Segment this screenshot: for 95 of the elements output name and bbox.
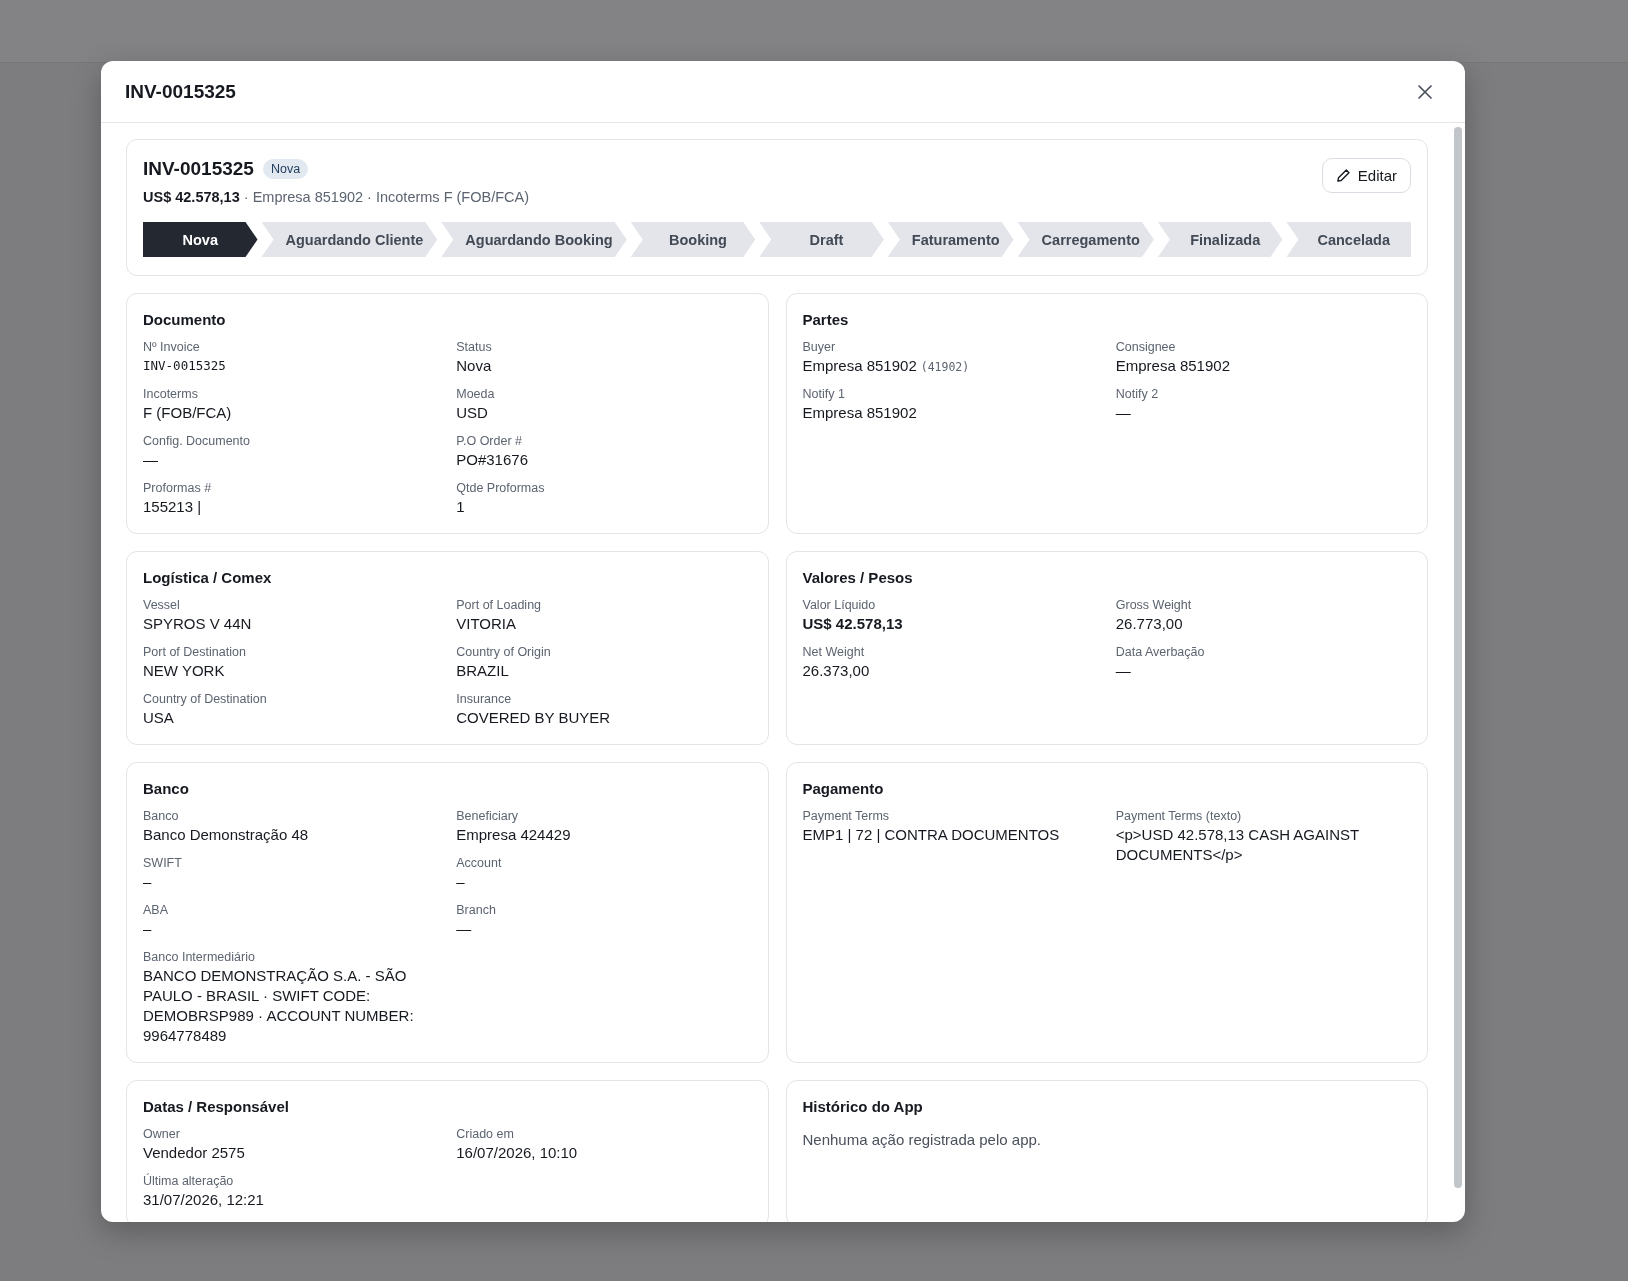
field-label: Port of Destination [143, 644, 246, 660]
field-label: Data Averbação [1115, 644, 1205, 660]
field-label: Banco [143, 808, 179, 824]
field-value: — [1115, 403, 1131, 423]
field-value: Empresa 424429 [456, 825, 571, 845]
field-label: Payment Terms [802, 808, 890, 824]
stage-step[interactable]: Cancelada [1286, 222, 1411, 257]
field-label: Notify 2 [1115, 386, 1159, 402]
field-value: 16/07/2026, 10:10 [456, 1143, 578, 1163]
field-value: — [456, 919, 472, 939]
field-value: SPYROS V 44N [143, 614, 252, 634]
field-value: – [456, 872, 465, 892]
invoice-number: INV-0015325 [143, 158, 254, 180]
section-title: Datas / Responsável [143, 1097, 289, 1117]
field-value: F (FOB/FCA) [143, 403, 232, 423]
field-value: US$ 42.578,13 [802, 614, 903, 634]
field-value: INV-0015325 [143, 357, 226, 375]
field-value: Vendedor 2575 [143, 1143, 245, 1163]
field-value: — [1115, 661, 1131, 681]
field-label: Country of Destination [143, 691, 267, 707]
field-label: Status [456, 339, 492, 355]
stage-step[interactable]: Draft [759, 222, 884, 257]
buyer-code: (41902) [920, 360, 970, 374]
field-label: Port of Loading [456, 597, 542, 613]
field-label: Nº Invoice [143, 339, 200, 355]
field-label: ABA [143, 902, 168, 918]
field-value: Empresa 851902 [802, 356, 917, 376]
field-value: Empresa 851902 [802, 403, 917, 423]
field-value: Nova [456, 356, 492, 376]
field-value: 26.373,00 [802, 661, 870, 681]
section-title: Partes [802, 310, 849, 330]
invoice-summary: US$ 42.578,13 · Empresa 851902 · Incoterms F (FOB/FCA) [143, 189, 530, 205]
stage-step[interactable]: Booking [630, 222, 756, 257]
field-value: — [143, 450, 158, 470]
edit-button[interactable]: Editar [1321, 158, 1411, 193]
empty-history-note: Nenhuma ação registrada pelo app. [802, 1131, 1041, 1148]
field-label: Config. Documento [143, 433, 250, 449]
stage-step[interactable]: Faturamento [887, 222, 1014, 257]
field-label: Valor Líquido [802, 597, 876, 613]
field-value: – [143, 919, 152, 939]
status-badge: Nova [262, 159, 309, 179]
pencil-icon [1335, 168, 1351, 183]
field-value: BANCO DEMONSTRAÇÃO S.A. - SÃO PAULO - BRASIL · SWIFT CODE: DEMOBRSP989 · ACCOUNT NUMBER: 9964778489 [143, 966, 415, 1046]
field-value: 155213 | [143, 497, 202, 517]
section-title: Logística / Comex [143, 568, 272, 588]
field-label: Notify 1 [802, 386, 845, 402]
field-label: Owner [143, 1126, 180, 1142]
field-label: Beneficiary [456, 808, 519, 824]
field-value: VITORIA [456, 614, 516, 634]
field-label: Consignee [1115, 339, 1176, 355]
stage-step[interactable]: Carregamento [1017, 222, 1154, 257]
field-label: Proformas # [143, 480, 212, 496]
field-label: Payment Terms (texto) [1115, 808, 1242, 824]
field-value: BRAZIL [456, 661, 509, 681]
field-label: Branch [456, 902, 496, 918]
field-value: Banco Demonstração 48 [143, 825, 309, 845]
field-value: 1 [456, 497, 465, 517]
field-label: P.O Order # [456, 433, 523, 449]
field-label: Vessel [143, 597, 180, 613]
field-label: Moeda [456, 386, 495, 402]
modal-title: INV-0015325 [125, 80, 236, 103]
scrollbar[interactable] [1454, 127, 1462, 1188]
field-value: USA [143, 708, 174, 728]
field-label: Banco Intermediário [143, 949, 255, 965]
field-value: 31/07/2026, 12:21 [143, 1190, 264, 1210]
close-icon [1417, 83, 1433, 100]
section-title: Valores / Pesos [802, 568, 913, 588]
field-value: EMP1 | 72 | CONTRA DOCUMENTOS [802, 825, 1060, 845]
field-label: Incoterms [143, 386, 198, 402]
field-label: Gross Weight [1115, 597, 1192, 613]
field-label: Buyer [802, 339, 836, 355]
field-value: COVERED BY BUYER [456, 708, 611, 728]
field-label: Criado em [456, 1126, 514, 1142]
field-label: Country of Origin [456, 644, 551, 660]
stage-step[interactable]: Finalizada [1157, 222, 1283, 257]
field-label: SWIFT [143, 855, 182, 871]
field-value: PO#31676 [456, 450, 528, 470]
section-title: Pagamento [802, 779, 884, 799]
stage-step[interactable]: Aguardando Booking [441, 222, 627, 257]
field-label: Última alteração [143, 1173, 234, 1189]
stage-step[interactable]: Nova [143, 222, 258, 257]
stage-step[interactable]: Aguardando Cliente [261, 222, 438, 257]
field-label: Insurance [456, 691, 512, 707]
field-value: Empresa 851902 [1115, 356, 1230, 376]
field-value: NEW YORK [143, 661, 225, 681]
field-value: – [143, 872, 152, 892]
field-label: Account [456, 855, 502, 871]
field-value: <p>USD 42.578,13 CASH AGAINST DOCUMENTS</p> [1115, 825, 1360, 865]
field-label: Qtde Proformas [456, 480, 545, 496]
field-label: Net Weight [802, 644, 865, 660]
section-title: Documento [143, 310, 226, 330]
section-title: Banco [143, 779, 189, 799]
field-value: 26.773,00 [1115, 614, 1183, 634]
section-title: Histórico do App [802, 1097, 923, 1117]
field-value: USD [456, 403, 488, 423]
